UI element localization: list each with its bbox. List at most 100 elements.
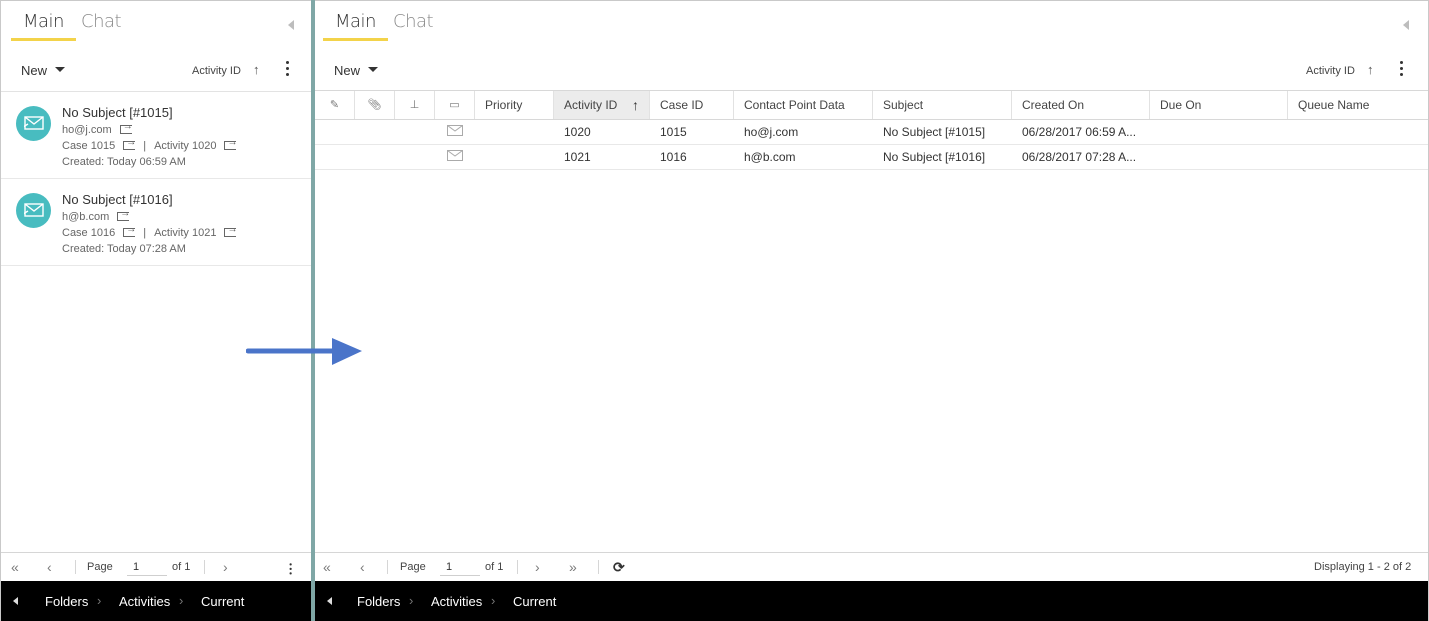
col-queue-name[interactable]: Queue Name	[1288, 91, 1426, 119]
external-link-icon[interactable]	[123, 224, 136, 237]
sort-up-icon: ↑	[632, 97, 639, 113]
pin-column-icon[interactable]: ⊥	[395, 91, 435, 119]
page-input[interactable]	[440, 558, 480, 576]
page-count: of 1	[172, 561, 191, 573]
item-case[interactable]: Case 1016	[62, 227, 115, 239]
left-tab-bar: Main Chat	[1, 1, 313, 45]
collapse-icon[interactable]	[288, 20, 294, 30]
new-button[interactable]: New	[21, 63, 66, 78]
item-email: h@b.com	[62, 211, 110, 223]
refresh-icon[interactable]: ⟳	[613, 559, 625, 576]
envelope-icon	[24, 116, 44, 130]
col-contact-point[interactable]: Contact Point Data	[734, 91, 873, 119]
first-page-icon[interactable]: «	[323, 559, 331, 575]
right-toolbar: New Activity ID ↑	[315, 53, 1428, 89]
right-pager: « ‹ Page of 1 › » ⟳ Displaying 1 - 2 of …	[315, 552, 1428, 581]
table-row[interactable]: 1021 1016 h@b.com No Subject [#1016] 06/…	[315, 145, 1428, 170]
cell-contact: h@b.com	[744, 150, 796, 164]
external-link-icon[interactable]	[224, 137, 237, 150]
cell-contact: ho@j.com	[744, 125, 799, 139]
external-link-icon[interactable]	[117, 208, 130, 221]
next-page-icon[interactable]: ›	[223, 559, 228, 575]
attachment-column-icon[interactable]: 📎︎	[355, 91, 395, 119]
right-breadcrumb: Folders › Activities › Current	[315, 581, 1428, 621]
page-label: Page	[400, 561, 426, 573]
page-label: Page	[87, 561, 113, 573]
crumb-current[interactable]: Current	[513, 594, 556, 609]
new-button[interactable]: New	[334, 63, 379, 78]
cell-queue	[1288, 120, 1426, 144]
next-page-icon[interactable]: ›	[535, 559, 540, 575]
left-panel: Main Chat New Activity ID ↑ No Subject […	[0, 0, 313, 621]
new-button-label: New	[334, 63, 361, 78]
cell-activity-id: 1021	[564, 150, 591, 164]
collapse-icon[interactable]	[1403, 20, 1409, 30]
right-tab-main[interactable]: Main	[323, 11, 388, 41]
col-case-id[interactable]: Case ID	[650, 91, 734, 119]
avatar	[16, 193, 51, 228]
back-icon[interactable]	[327, 597, 332, 605]
crumb-folders[interactable]: Folders	[45, 594, 88, 609]
item-subject: No Subject [#1016]	[62, 192, 173, 207]
prev-page-icon[interactable]: ‹	[360, 559, 365, 575]
new-button-label: New	[21, 63, 48, 78]
item-activity[interactable]: Activity 1020	[154, 140, 216, 152]
item-activity[interactable]: Activity 1021	[154, 227, 216, 239]
cell-due-on	[1150, 145, 1288, 169]
crumb-activities[interactable]: Activities	[431, 594, 482, 609]
reply-column-icon[interactable]: ✎	[315, 91, 355, 119]
crumb-activities[interactable]: Activities	[119, 594, 170, 609]
sort-ascending-icon[interactable]: ↑	[1367, 62, 1374, 77]
caret-down-icon	[55, 67, 66, 73]
cell-queue	[1288, 145, 1426, 169]
back-icon[interactable]	[13, 597, 18, 605]
col-subject[interactable]: Subject	[873, 91, 1012, 119]
cell-subject: No Subject [#1016]	[883, 150, 986, 164]
col-created-on[interactable]: Created On	[1012, 91, 1150, 119]
more-options-icon[interactable]	[289, 563, 293, 577]
avatar	[16, 106, 51, 141]
caret-down-icon	[368, 67, 379, 73]
cell-subject: No Subject [#1015]	[883, 125, 986, 139]
page-input[interactable]	[127, 558, 167, 576]
sort-ascending-icon[interactable]: ↑	[253, 62, 260, 77]
last-page-icon[interactable]: »	[569, 559, 577, 575]
more-options-icon[interactable]	[1400, 61, 1404, 79]
col-activity-id[interactable]: Activity ID ↑	[554, 91, 650, 119]
cell-case-id: 1016	[660, 150, 687, 164]
left-tab-chat[interactable]: Chat	[69, 11, 133, 41]
activities-grid: ✎ 📎︎ ⊥ ▭ Priority Activity ID ↑ Case ID C…	[315, 90, 1428, 170]
external-link-icon[interactable]	[123, 137, 136, 150]
note-column-icon[interactable]: ▭	[435, 91, 475, 119]
right-tab-chat[interactable]: Chat	[381, 11, 445, 41]
more-options-icon[interactable]	[286, 61, 290, 79]
left-breadcrumb: Folders › Activities › Current	[1, 581, 313, 621]
envelope-icon	[435, 120, 475, 144]
cell-priority	[475, 145, 554, 169]
crumb-current[interactable]: Current	[201, 594, 244, 609]
col-due-on[interactable]: Due On	[1150, 91, 1288, 119]
item-email-line: ho@j.com	[62, 121, 133, 136]
sort-field-label[interactable]: Activity ID	[1306, 65, 1355, 77]
item-links-line: Case 1016|Activity 1021	[62, 224, 237, 239]
right-tab-bar: Main Chat	[315, 1, 1428, 45]
cell-activity-id: 1020	[564, 125, 591, 139]
item-subject: No Subject [#1015]	[62, 105, 173, 120]
prev-page-icon[interactable]: ‹	[47, 559, 52, 575]
cell-created-on: 06/28/2017 06:59 A...	[1022, 125, 1137, 139]
crumb-folders[interactable]: Folders	[357, 594, 400, 609]
cell-due-on	[1150, 120, 1288, 144]
left-tab-main[interactable]: Main	[11, 11, 76, 41]
external-link-icon[interactable]	[119, 121, 133, 134]
col-activity-id-label: Activity ID	[564, 98, 618, 112]
sort-field-label[interactable]: Activity ID	[192, 65, 241, 77]
col-priority[interactable]: Priority	[475, 91, 554, 119]
list-item[interactable]: No Subject [#1015] ho@j.com Case 1015|Ac…	[1, 92, 313, 179]
first-page-icon[interactable]: «	[11, 559, 19, 575]
table-row[interactable]: 1020 1015 ho@j.com No Subject [#1015] 06…	[315, 120, 1428, 145]
activity-list: No Subject [#1015] ho@j.com Case 1015|Ac…	[1, 91, 313, 266]
cell-created-on: 06/28/2017 07:28 A...	[1022, 150, 1137, 164]
item-case[interactable]: Case 1015	[62, 140, 115, 152]
external-link-icon[interactable]	[224, 224, 237, 237]
list-item[interactable]: No Subject [#1016] h@b.com Case 1016|Act…	[1, 179, 313, 266]
